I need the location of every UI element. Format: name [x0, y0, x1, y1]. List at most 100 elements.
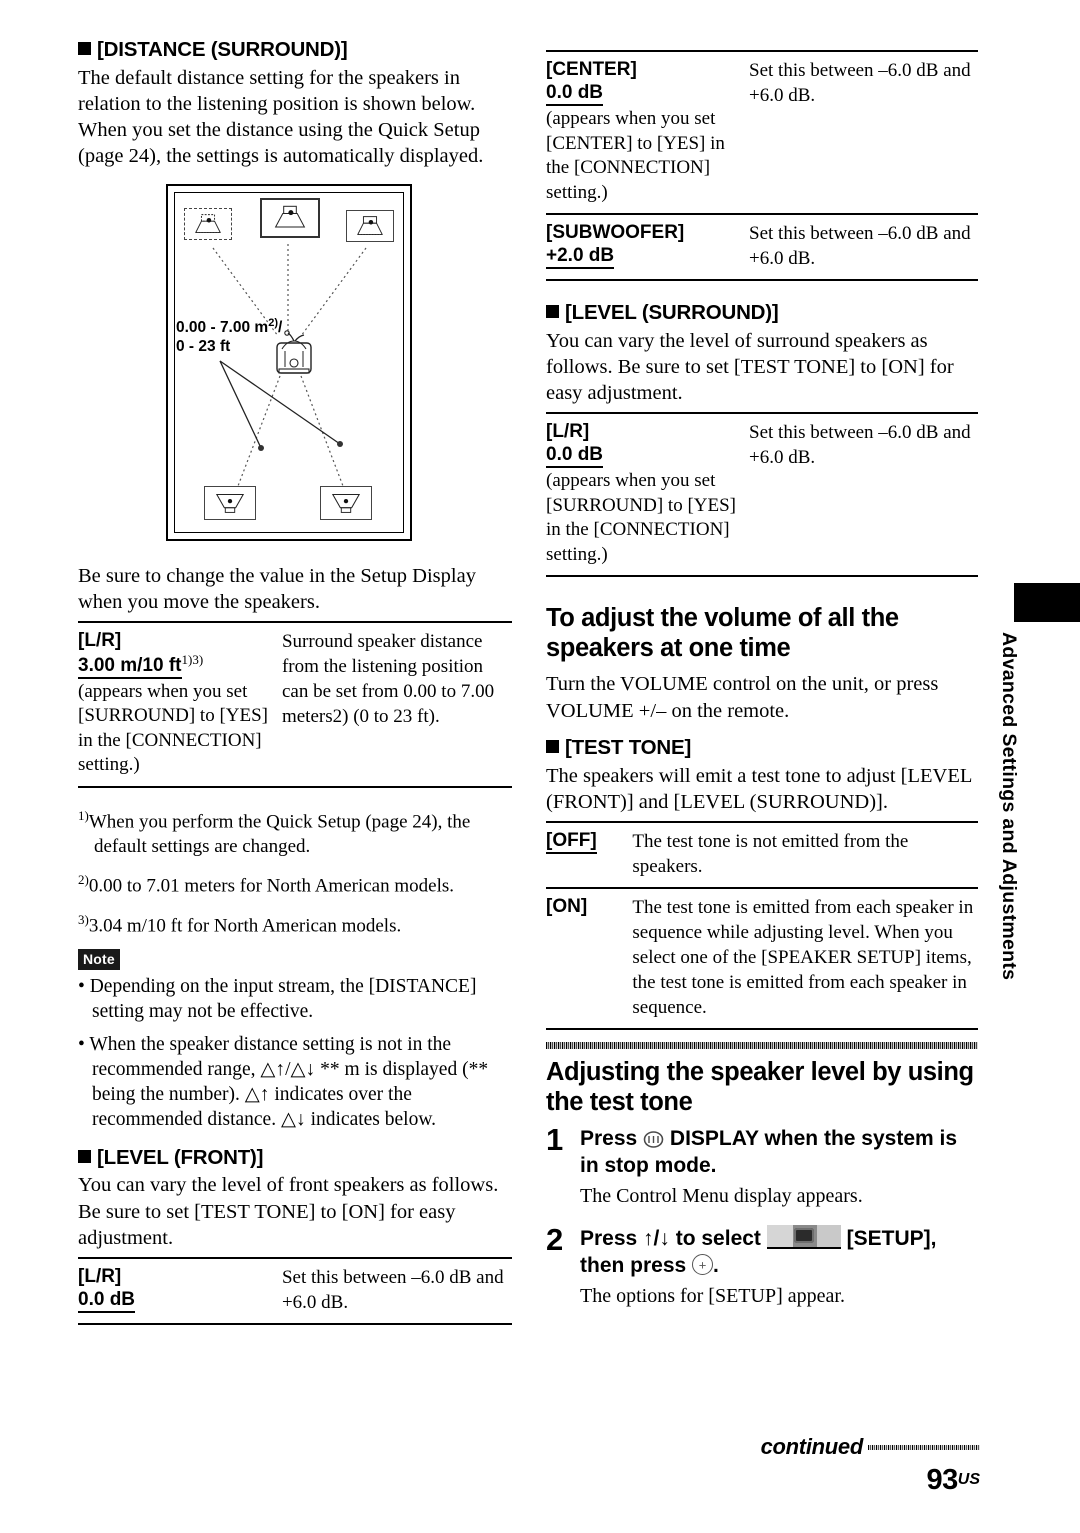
table-row: [L/R] 0.0 dB Set this between –6.0 dB an…: [78, 1257, 512, 1326]
spec-key-name: [ON]: [546, 896, 588, 918]
step-1: 1 Press DISPLAY when the system is in st…: [546, 1122, 978, 1219]
paragraph-test-tone: The speakers will emit a test tone to ad…: [546, 764, 972, 813]
manual-page: [DISTANCE (SURROUND)] The default distan…: [0, 0, 1080, 1533]
table-row: [L/R] 0.0 dB (appears when you set [SURR…: [546, 412, 978, 578]
continued-label: continued: [760, 1434, 864, 1459]
table-cell-key: [ON]: [546, 888, 633, 1031]
footnote-text: 0.00 to 7.01 meters for North American m…: [88, 875, 454, 897]
note-bullet-text: Depending on the input stream, the [DIST…: [89, 975, 477, 1022]
table-cell-value: Set this between –6.0 dB and +6.0 dB.: [749, 214, 978, 281]
side-tab-marker: [1014, 583, 1080, 622]
table-cell-key: [L/R] 3.00 m/10 ft1)3) (appears when you…: [78, 621, 282, 788]
step-description: The Control Menu display appears.: [580, 1185, 863, 1208]
footnote-text: 3.04 m/10 ft for North American models.: [88, 915, 402, 937]
footnote-marker: 1): [78, 807, 89, 823]
step-number: 1: [546, 1122, 564, 1158]
footnote-3: 3)3.04 m/10 ft for North American models…: [78, 908, 512, 939]
speaker-surround-right: [320, 485, 372, 520]
footnote-text: When you perform the Quick Setup (page 2…: [88, 811, 471, 857]
note-badge: Note: [78, 948, 120, 970]
paragraph-after-diagram: Be sure to change the value in the Setup…: [78, 564, 476, 614]
step-content: Press ↑/↓ to select [SETUP], then press …: [580, 1225, 978, 1319]
paragraph-distance-surround: The default distance setting for the spe…: [78, 66, 484, 168]
spec-key-note: (appears when you set [CENTER] to [YES] …: [546, 108, 725, 203]
heading-level-surround-label: [LEVEL (SURROUND)]: [565, 301, 779, 324]
speaker-front-left: [184, 207, 232, 240]
step-2: 2 Press ↑/↓ to select [SETUP], then pres…: [546, 1224, 978, 1319]
speaker-front-right: [346, 209, 394, 242]
spec-key-value: 0.0 dB: [546, 443, 604, 469]
table-cell-value: Set this between –6.0 dB and +6.0 dB.: [749, 412, 978, 578]
step-title-before: Press: [580, 1127, 638, 1151]
square-bullet-icon: [78, 42, 91, 55]
heading-level-surround: [LEVEL (SURROUND)]: [546, 301, 978, 325]
heading-level-front-label: [LEVEL (FRONT)]: [97, 1145, 264, 1169]
footnote-1: 1)When you perform the Quick Setup (page…: [78, 804, 512, 859]
listening-position-icon: [271, 329, 317, 382]
page-number-region: US: [957, 1471, 980, 1488]
footnotes-list: 1)When you perform the Quick Setup (page…: [78, 804, 512, 939]
heading-level-front: [LEVEL (FRONT)]: [78, 1146, 512, 1170]
spec-key-name: [L/R]: [546, 421, 590, 443]
spec-key-value: [OFF]: [546, 829, 597, 855]
step-content: Press DISPLAY when the system is in stop…: [580, 1125, 978, 1219]
spec-key-name: [L/R]: [78, 630, 122, 652]
table-cell-value: The test tone is emitted from each speak…: [632, 888, 978, 1031]
test-tone-spec-table: [OFF] The test tone is not emitted from …: [546, 821, 978, 1031]
setup-thumbnail-icon: [766, 1225, 841, 1250]
step-title: Press DISPLAY when the system is in stop…: [580, 1125, 978, 1179]
continued-rule: [868, 1445, 980, 1450]
table-row: [CENTER] 0.0 dB (appears when you set [C…: [546, 50, 978, 215]
table-cell-value: The test tone is not emitted from the sp…: [632, 821, 978, 890]
speaker-placement-diagram: 0.00 - 7.00 m2)/ 0 - 23 ft: [166, 183, 412, 541]
step-title: Press ↑/↓ to select [SETUP], then press …: [580, 1225, 978, 1279]
table-cell-key: [SUBWOOFER] +2.0 dB: [546, 214, 750, 281]
step-title-tail: .: [713, 1254, 719, 1278]
step-title-before: Press ↑/↓ to select: [580, 1227, 761, 1251]
left-column: [DISTANCE (SURROUND)] The default distan…: [78, 38, 512, 1326]
spec-key-value: +2.0 dB: [546, 244, 615, 269]
footnote-2: 2)0.00 to 7.01 meters for North American…: [78, 868, 512, 899]
table-cell-key: [L/R] 0.0 dB (appears when you set [SURR…: [546, 412, 750, 578]
footnote-marker: 2): [78, 872, 89, 887]
page-number: 93US: [546, 1464, 981, 1497]
spec-key-value: 3.00 m/10 ft: [78, 654, 182, 679]
heading-distance-surround-label: [DISTANCE (SURROUND)]: [97, 38, 348, 61]
side-tab-label: Advanced Settings and Adjustments: [998, 632, 1020, 981]
right-column: [CENTER] 0.0 dB (appears when you set [C…: [546, 50, 978, 1319]
table-cell-value: Set this between –6.0 dB and +6.0 dB.: [749, 50, 978, 215]
spec-key-sup: 1)3): [181, 652, 204, 668]
enter-plus-glyph: +: [698, 1257, 707, 1273]
note-bullet-1: • Depending on the input stream, the [DI…: [78, 975, 477, 1022]
continued-row: continued: [546, 1434, 980, 1460]
heading-adjusting-speaker-level: Adjusting the speaker level by using the…: [546, 1058, 974, 1117]
heading-distance-surround: [DISTANCE (SURROUND)]: [78, 38, 512, 62]
square-bullet-icon: [78, 1149, 91, 1163]
note-block: Note • Depending on the input stream, th…: [78, 948, 512, 1132]
table-cell-key: [L/R] 0.0 dB: [78, 1257, 282, 1326]
heading-test-tone-label: [TEST TONE]: [565, 736, 692, 760]
table-row: [SUBWOOFER] +2.0 dB Set this between –6.…: [546, 214, 978, 281]
heading-adjust-volume: To adjust the volume of all the speakers…: [546, 604, 899, 663]
table-cell-key: [OFF]: [546, 821, 633, 890]
display-icon: [643, 1128, 664, 1149]
dim-feet: 0 - 23 ft: [176, 337, 231, 355]
table-row: [OFF] The test tone is not emitted from …: [546, 821, 978, 890]
spec-key-note: (appears when you set [SURROUND] to [YES…: [78, 680, 268, 776]
spec-key-name: [CENTER]: [546, 59, 637, 80]
level-front-continued-spec-table: [CENTER] 0.0 dB (appears when you set [C…: [546, 50, 978, 281]
spec-key-name: [SUBWOOFER]: [546, 222, 685, 243]
spec-key-name: [L/R]: [78, 1266, 122, 1288]
speaker-center: [260, 197, 320, 238]
paragraph-adjust-volume: Turn the VOLUME control on the unit, or …: [546, 673, 939, 722]
speaker-surround-left: [204, 485, 256, 520]
section-divider-band: [546, 1042, 978, 1050]
spec-key-value: 0.0 dB: [78, 1288, 136, 1314]
heading-test-tone: [TEST TONE]: [546, 736, 978, 760]
table-cell-value: Set this between –6.0 dB and +6.0 dB.: [281, 1257, 512, 1326]
table-row: [L/R] 3.00 m/10 ft1)3) (appears when you…: [78, 621, 512, 788]
level-front-spec-table: [L/R] 0.0 dB Set this between –6.0 dB an…: [78, 1257, 512, 1326]
spec-key-value: 0.0 dB: [546, 81, 604, 106]
page-footer: continued 93US: [546, 1434, 980, 1497]
spec-key-note: (appears when you set [SURROUND] to [YES…: [546, 470, 736, 565]
